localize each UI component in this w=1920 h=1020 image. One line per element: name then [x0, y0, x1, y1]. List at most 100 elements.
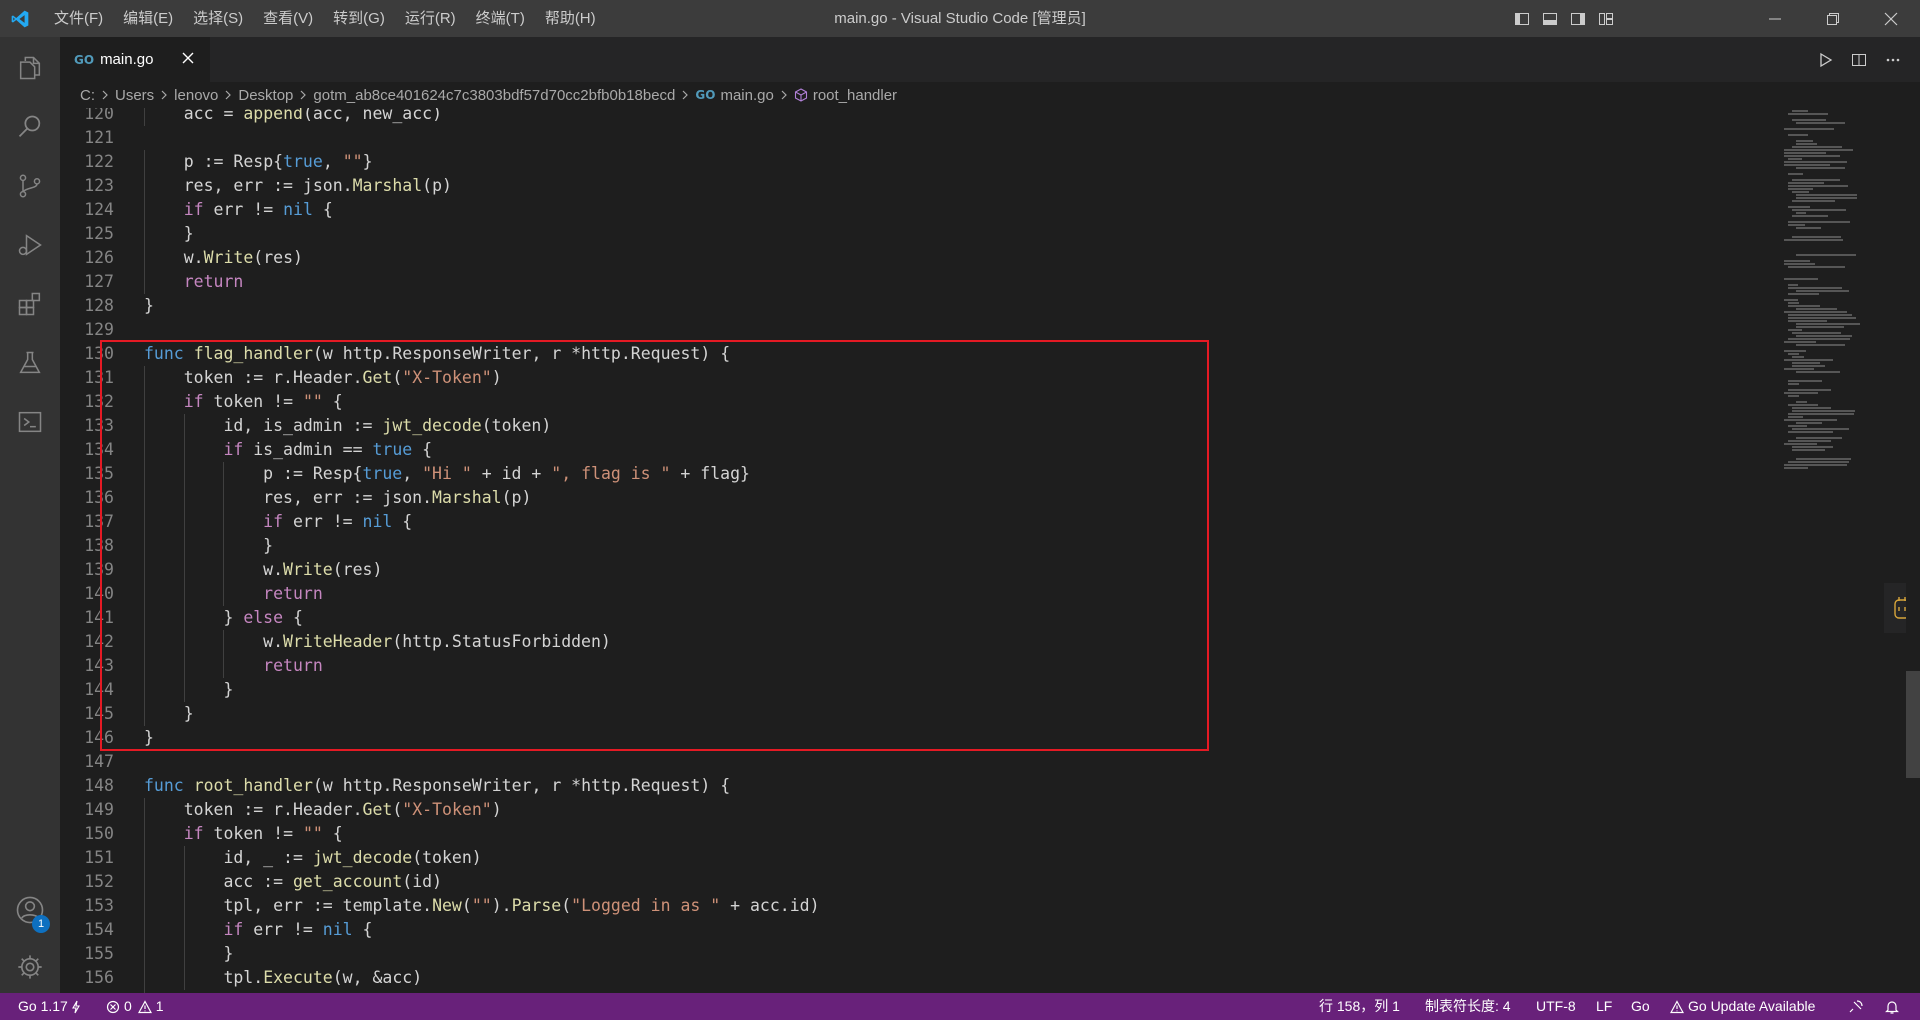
- minimap-line: [1796, 458, 1851, 460]
- indent-guide: [144, 270, 145, 294]
- minimap-line: [1796, 371, 1840, 373]
- code-line: 150 if token != "" {: [60, 822, 1780, 846]
- minimap-line: [1788, 389, 1831, 391]
- minimap[interactable]: [1780, 108, 1900, 993]
- minimap-line: [1784, 260, 1810, 262]
- menu-file[interactable]: 文件(F): [44, 0, 113, 37]
- highlight-annotation-box: [100, 340, 1209, 751]
- close-tab-icon[interactable]: [180, 50, 196, 70]
- breadcrumb-drive[interactable]: C:: [80, 87, 95, 104]
- breadcrumb-file[interactable]: main.go: [720, 87, 773, 104]
- go-update-item[interactable]: Go Update Available: [1670, 993, 1815, 1020]
- title-bar: 文件(F) 编辑(E) 选择(S) 查看(V) 转到(G) 运行(R) 终端(T…: [0, 0, 1920, 37]
- minimap-line: [1796, 335, 1852, 337]
- menu-terminal[interactable]: 终端(T): [466, 0, 535, 37]
- line-number: 153: [84, 896, 114, 915]
- menu-help[interactable]: 帮助(H): [535, 0, 606, 37]
- breadcrumb-desktop[interactable]: Desktop: [238, 87, 293, 104]
- minimap-line: [1788, 338, 1850, 340]
- code-editor[interactable]: 120 acc = append(acc, new_acc) 121 122 p := …: [60, 108, 1920, 993]
- line-number: 123: [84, 176, 114, 195]
- line-ending[interactable]: LF: [1596, 993, 1612, 1020]
- code-line: 151 id, _ := jwt_decode(token): [60, 846, 1780, 870]
- line-number: 122: [84, 152, 114, 171]
- cursor-position[interactable]: 行 158，列 1: [1319, 993, 1400, 1020]
- code-line: 129: [60, 318, 1780, 342]
- editor-tabs: GO main.go: [60, 37, 1920, 82]
- minimap-line: [1796, 326, 1844, 328]
- line-number: 129: [84, 320, 114, 339]
- minimap-line: [1796, 254, 1856, 256]
- vertical-scrollbar[interactable]: [1906, 108, 1920, 993]
- line-code: return: [183, 272, 244, 291]
- close-window-icon[interactable]: [1862, 0, 1920, 37]
- toggle-panel-icon[interactable]: [1536, 0, 1564, 37]
- more-actions-icon[interactable]: [1876, 37, 1910, 82]
- code-line: 121: [60, 126, 1780, 150]
- line-code: res, err := json.Marshal(p): [183, 176, 452, 195]
- indentation[interactable]: 制表符长度: 4: [1425, 993, 1511, 1020]
- source-control-icon[interactable]: [0, 158, 60, 214]
- code-line: 156 tpl.Execute(w, &acc): [60, 966, 1780, 990]
- explorer-icon[interactable]: [0, 40, 60, 96]
- tab-label: main.go: [100, 51, 154, 68]
- activity-bar: 1: [0, 37, 60, 993]
- breadcrumb-users[interactable]: Users: [115, 87, 154, 104]
- chevron-right-icon: [100, 89, 110, 101]
- extensions-icon[interactable]: [0, 276, 60, 332]
- run-debug-icon[interactable]: [0, 217, 60, 273]
- scrollbar-thumb[interactable]: [1906, 671, 1920, 778]
- chevron-right-icon: [159, 89, 169, 101]
- manage-gear-icon[interactable]: [0, 939, 60, 995]
- restore-icon[interactable]: [1804, 0, 1862, 37]
- indent-guide: [183, 942, 185, 966]
- accounts-icon[interactable]: 1: [0, 882, 60, 938]
- breadcrumb-lenovo[interactable]: lenovo: [174, 87, 218, 104]
- minimap-line: [1788, 182, 1824, 184]
- minimap-line: [1788, 329, 1802, 331]
- indent-guide: [144, 966, 145, 990]
- line-code: p := Resp{true, ""}: [183, 152, 373, 171]
- minimap-line: [1792, 146, 1842, 148]
- menu-selection[interactable]: 选择(S): [183, 0, 253, 37]
- line-code: tpl, err := template.New("").Parse("Logg…: [223, 896, 820, 915]
- split-editor-icon[interactable]: [1842, 37, 1876, 82]
- run-file-icon[interactable]: [1808, 37, 1842, 82]
- search-icon[interactable]: [0, 99, 60, 155]
- minimap-line: [1784, 311, 1847, 313]
- minimap-line: [1788, 353, 1799, 355]
- line-code: w.Write(res): [183, 248, 303, 267]
- indent-guide: [144, 174, 145, 198]
- code-line: 155}: [60, 942, 1780, 966]
- line-number: 127: [84, 272, 114, 291]
- minimap-line: [1792, 200, 1835, 202]
- toggle-primary-sidebar-icon[interactable]: [1508, 0, 1536, 37]
- customize-layout-icon[interactable]: [1592, 0, 1620, 37]
- menu-edit[interactable]: 编辑(E): [113, 0, 183, 37]
- problems-item[interactable]: 0 1: [106, 993, 164, 1020]
- minimap-line: [1796, 122, 1845, 124]
- go-version-item[interactable]: Go 1.17: [18, 993, 81, 1020]
- toggle-secondary-sidebar-icon[interactable]: [1564, 0, 1592, 37]
- breadcrumb-symbol[interactable]: root_handler: [813, 87, 897, 104]
- testing-icon[interactable]: [0, 335, 60, 391]
- minimize-icon[interactable]: [1746, 0, 1804, 37]
- encoding[interactable]: UTF-8: [1536, 993, 1576, 1020]
- language-mode[interactable]: Go: [1631, 993, 1650, 1020]
- menu-go[interactable]: 转到(G): [323, 0, 395, 37]
- notifications-bell-icon[interactable]: [1884, 993, 1900, 1020]
- line-code: token := r.Header.Get("X-Token"): [183, 800, 502, 819]
- breadcrumb-folder[interactable]: gotm_ab8ce401624c7c3803bdf57d70cc2bfb0b1…: [313, 87, 675, 104]
- minimap-line: [1788, 266, 1845, 268]
- warning-icon: [1670, 999, 1684, 1013]
- chevron-right-icon: [298, 89, 308, 101]
- minimap-line: [1784, 359, 1833, 361]
- minimap-line: [1788, 287, 1842, 289]
- remote-explorer-icon[interactable]: [0, 394, 60, 450]
- tab-main-go[interactable]: GO main.go: [60, 37, 210, 82]
- feedback-icon[interactable]: [1848, 993, 1864, 1020]
- menu-view[interactable]: 查看(V): [253, 0, 323, 37]
- line-number: 124: [84, 200, 114, 219]
- minimap-line: [1796, 227, 1821, 229]
- menu-run[interactable]: 运行(R): [395, 0, 466, 37]
